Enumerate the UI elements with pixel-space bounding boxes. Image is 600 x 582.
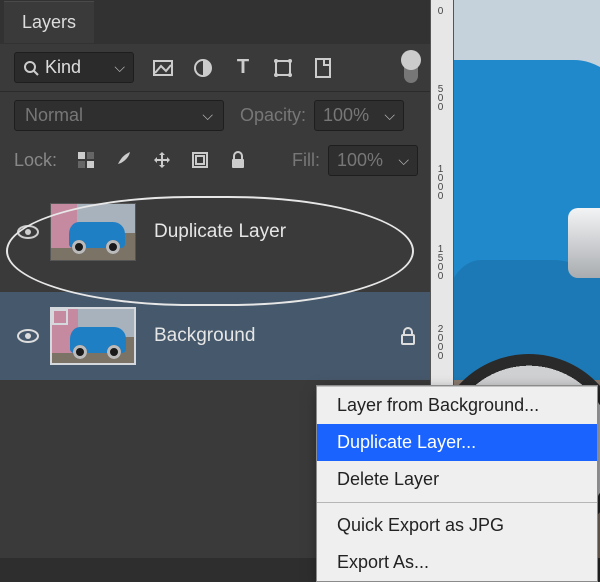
filter-toggle[interactable] bbox=[404, 53, 418, 83]
chevron-down-icon: ⌵ bbox=[384, 107, 395, 124]
layer-row[interactable]: Duplicate Layer bbox=[0, 188, 430, 276]
menu-item-delete-layer[interactable]: Delete Layer bbox=[317, 461, 597, 498]
fill-value: 100% bbox=[337, 150, 383, 171]
fill-input[interactable]: 100% ⌵ bbox=[328, 145, 418, 176]
chevron-down-icon: ⌵ bbox=[202, 107, 213, 124]
chevron-down-icon: ⌵ bbox=[398, 152, 409, 169]
menu-item-quick-export-jpg[interactable]: Quick Export as JPG bbox=[317, 507, 597, 544]
menu-item-export-as[interactable]: Export As... bbox=[317, 544, 597, 581]
layer-row[interactable]: Background bbox=[0, 292, 430, 380]
lock-icon bbox=[400, 327, 416, 345]
lock-label: Lock: bbox=[14, 150, 57, 171]
ruler-mark: 0 bbox=[435, 6, 445, 15]
filter-kind-label: Kind bbox=[45, 57, 81, 78]
blend-mode-dropdown[interactable]: Normal ⌵ bbox=[14, 100, 224, 131]
chevron-down-icon: ⌵ bbox=[114, 59, 125, 76]
bumper-chrome bbox=[568, 208, 600, 278]
ruler-mark: 1000 bbox=[435, 164, 445, 200]
menu-separator bbox=[317, 502, 597, 503]
lock-pixels-icon[interactable] bbox=[75, 149, 97, 171]
layer-thumbnail[interactable] bbox=[50, 307, 136, 365]
image-icon[interactable] bbox=[152, 57, 174, 79]
lock-all-icon[interactable] bbox=[227, 149, 249, 171]
type-icon[interactable]: T bbox=[232, 57, 254, 79]
visibility-toggle[interactable] bbox=[14, 328, 42, 344]
lock-artboard-icon[interactable] bbox=[189, 149, 211, 171]
layer-filter-row: Kind ⌵ T bbox=[0, 44, 430, 92]
layer-context-menu: Layer from Background... Duplicate Layer… bbox=[316, 385, 598, 582]
fill-label: Fill: bbox=[292, 150, 320, 171]
shape-icon[interactable] bbox=[272, 57, 294, 79]
layer-thumbnail[interactable] bbox=[50, 203, 136, 261]
layers-list: Duplicate Layer Background bbox=[0, 182, 430, 380]
blend-mode-value: Normal bbox=[25, 105, 83, 126]
search-icon bbox=[23, 60, 39, 76]
visibility-toggle[interactable] bbox=[14, 224, 42, 240]
filter-kind-dropdown[interactable]: Kind ⌵ bbox=[14, 52, 134, 83]
adjustment-icon[interactable] bbox=[192, 57, 214, 79]
lock-brush-icon[interactable] bbox=[113, 149, 135, 171]
lock-move-icon[interactable] bbox=[151, 149, 173, 171]
ruler-mark: 500 bbox=[435, 84, 445, 111]
ruler-mark: 1500 bbox=[435, 244, 445, 280]
ruler-mark: 2000 bbox=[435, 324, 445, 360]
layer-name[interactable]: Duplicate Layer bbox=[154, 221, 416, 243]
lock-row: Lock: Fill: 100% ⌵ bbox=[0, 138, 430, 182]
layer-name[interactable]: Background bbox=[154, 325, 400, 347]
opacity-label: Opacity: bbox=[240, 105, 306, 126]
menu-item-layer-from-background[interactable]: Layer from Background... bbox=[317, 387, 597, 424]
opacity-input[interactable]: 100% ⌵ bbox=[314, 100, 404, 131]
menu-item-duplicate-layer[interactable]: Duplicate Layer... bbox=[317, 424, 597, 461]
opacity-value: 100% bbox=[323, 105, 369, 126]
panel-tabbar: Layers bbox=[0, 0, 430, 44]
blend-opacity-row: Normal ⌵ Opacity: 100% ⌵ bbox=[0, 92, 430, 138]
tab-layers[interactable]: Layers bbox=[4, 1, 94, 43]
smartobject-icon[interactable] bbox=[312, 57, 334, 79]
filter-type-icons: T bbox=[152, 57, 334, 79]
